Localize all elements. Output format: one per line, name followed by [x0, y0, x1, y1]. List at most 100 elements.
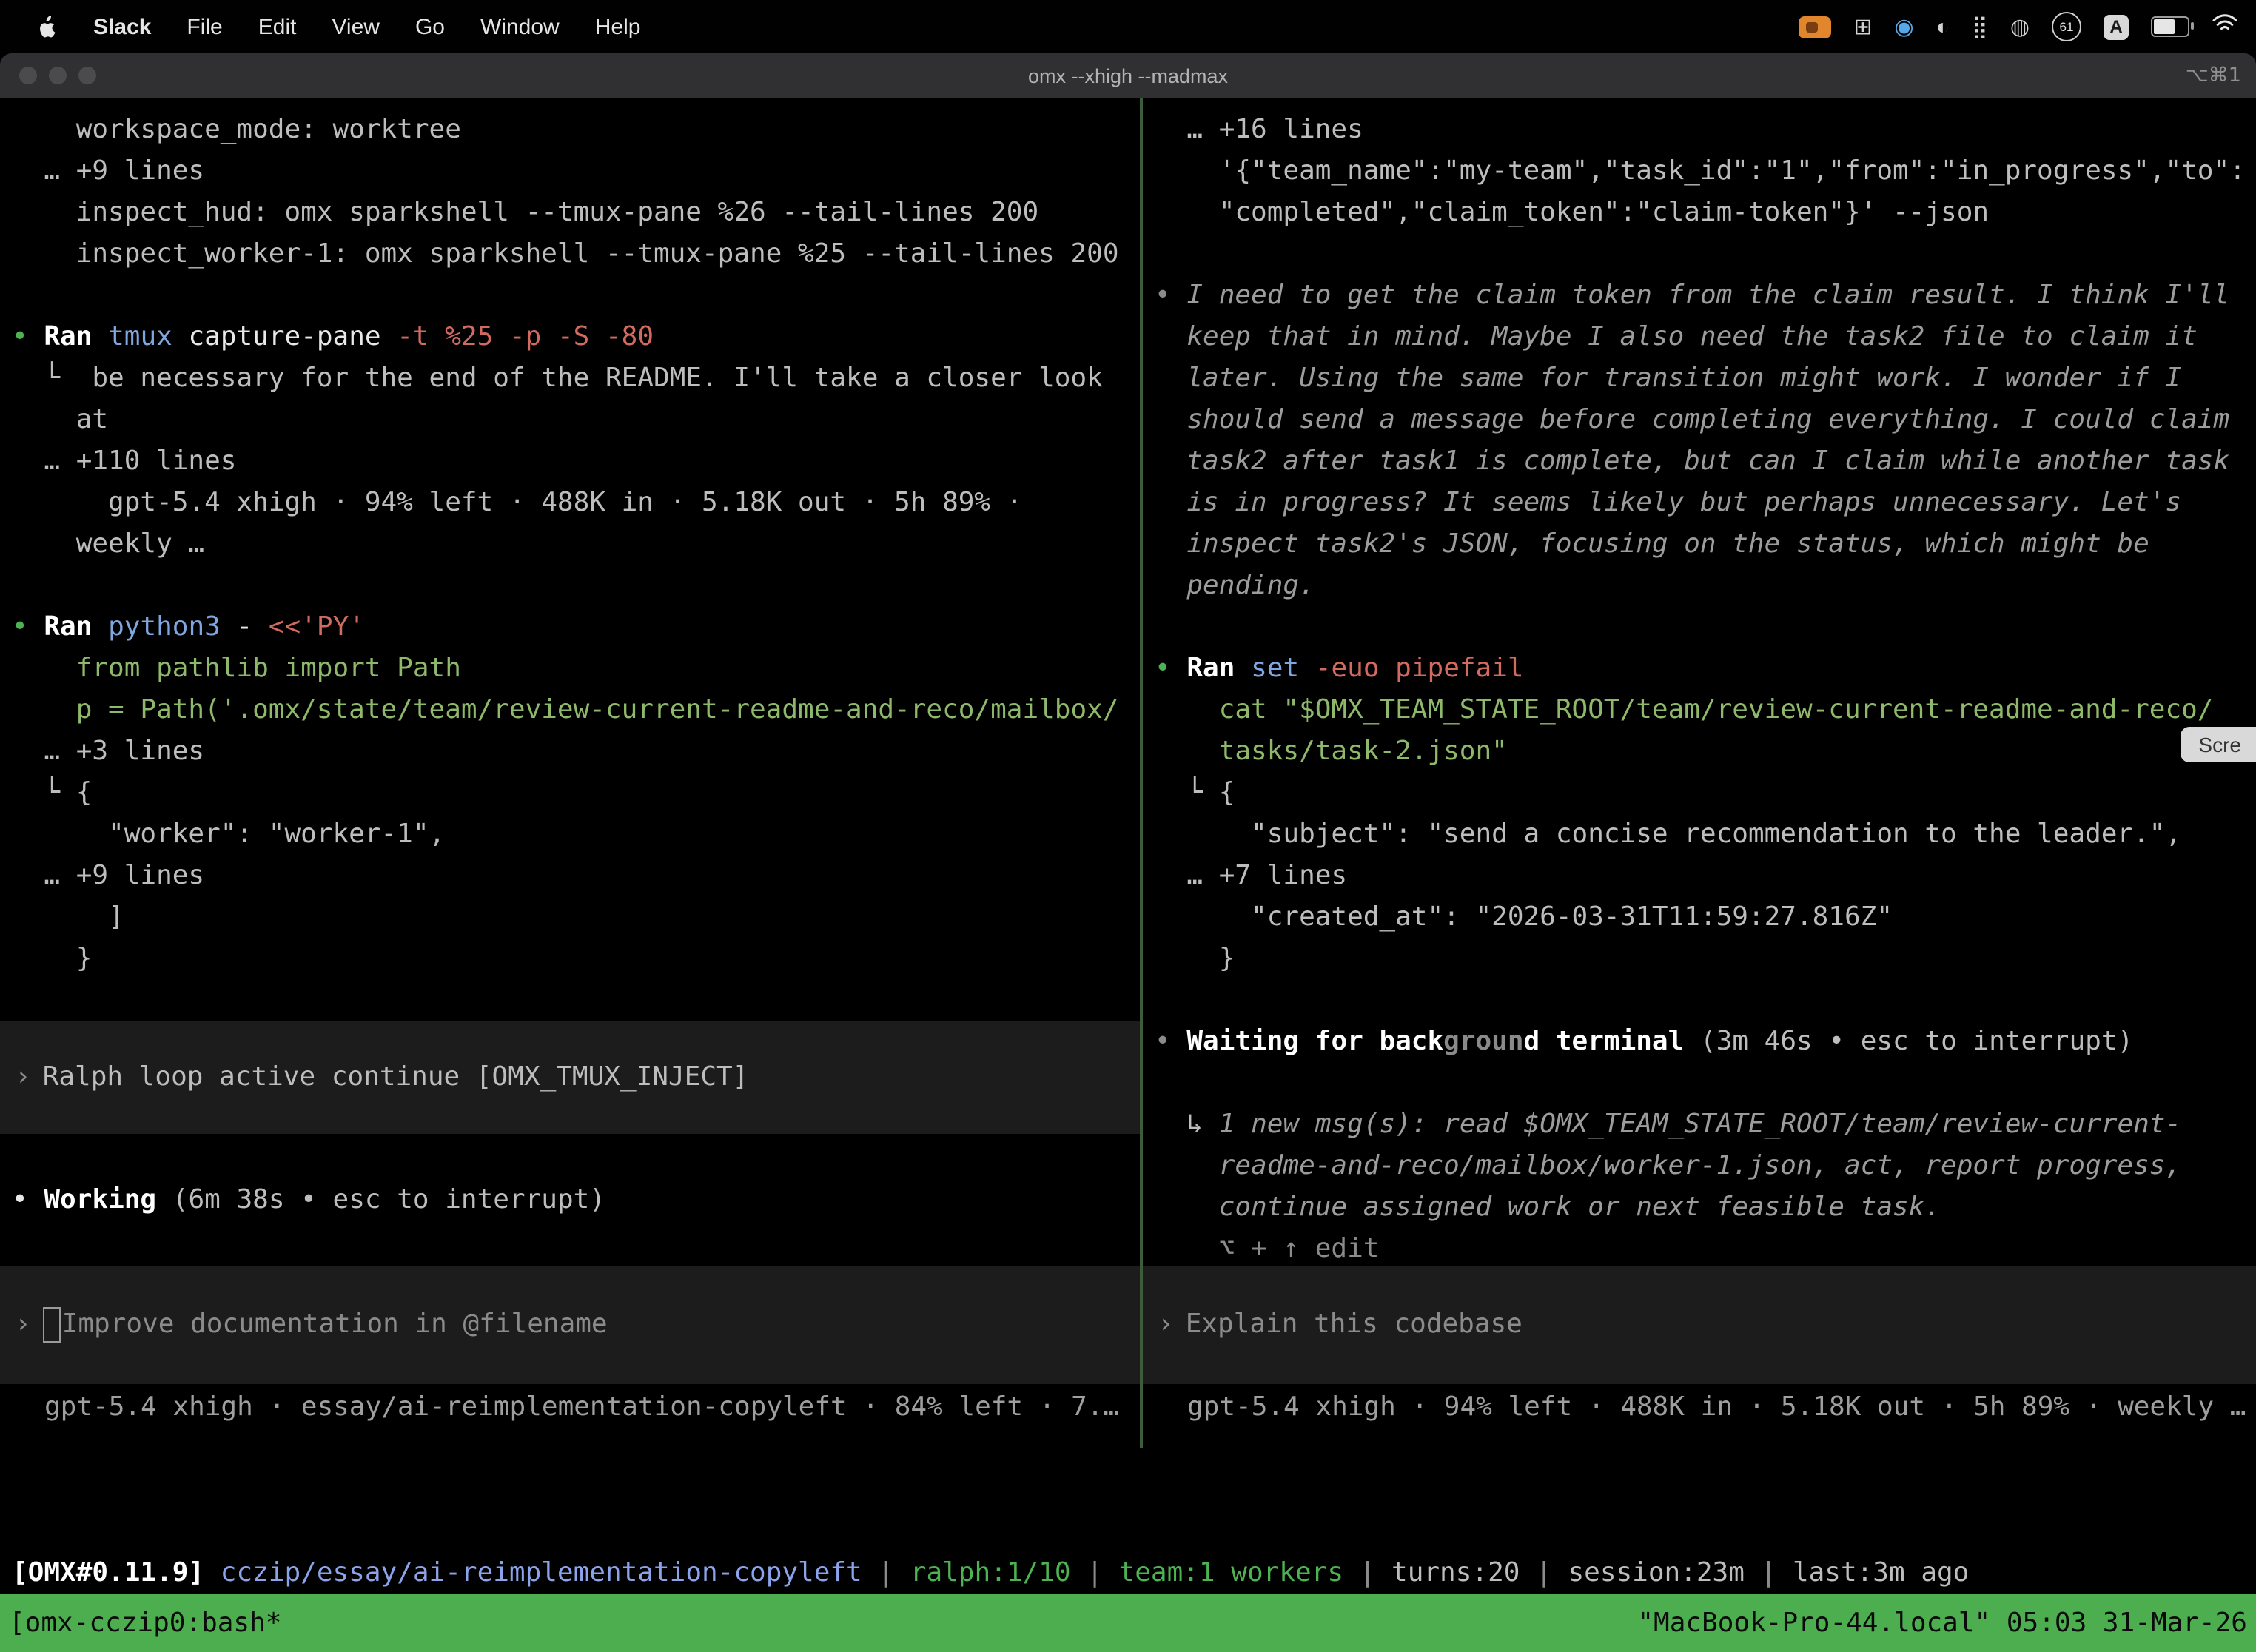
terminal: workspace_mode: worktree … +9 lines insp…	[0, 98, 2256, 1652]
text-segment: later. Using the same for transition mig…	[1155, 363, 2181, 394]
battery-percentage-badge[interactable]: 61	[2052, 12, 2081, 41]
screen: SlackFileEditViewGoWindowHelp ⊞ ◉ ◐ ⣿ ◍ …	[0, 0, 2256, 1652]
omx-team-workers: team:1 workers	[1119, 1557, 1343, 1588]
tmux-pane-left[interactable]: workspace_mode: worktree … +9 lines insp…	[0, 98, 1140, 1448]
app-icon-blue[interactable]: ◉	[1895, 16, 1914, 38]
terminal-line: • Waiting for background terminal (3m 46…	[1155, 1021, 2256, 1063]
terminal-line: … +9 lines	[12, 151, 1140, 192]
text-segment: groun	[1443, 1026, 1523, 1057]
text-segment: be necessary for the end of the README. …	[92, 363, 1102, 394]
terminal-line: • Ran set -euo pipefail	[1155, 648, 2256, 690]
text-segment: -euo pipefail	[1315, 653, 1524, 684]
text-cursor	[43, 1307, 61, 1343]
menu-item-view[interactable]: View	[332, 14, 380, 39]
terminal-output-left: workspace_mode: worktree … +9 lines insp…	[0, 98, 1140, 980]
omx-last-activity: last:3m ago	[1793, 1557, 1969, 1588]
tmux-status-bar: [omx-cczip0:bash* "MacBook-Pro-44.local"…	[0, 1594, 2256, 1652]
ralph-loop-text: Ralph loop active continue [OMX_TMUX_INJ…	[43, 1057, 749, 1098]
text-segment: tasks/task-2.json"	[1155, 736, 1508, 767]
moon-icon[interactable]: ◐	[1936, 16, 1950, 38]
ghost-icon[interactable]: ◍	[2010, 16, 2030, 38]
terminal-line: • I need to get the claim token from the…	[1155, 275, 2256, 317]
omx-status-line: [OMX#0.11.9] cczip/essay/ai-reimplementa…	[12, 1553, 2256, 1594]
text-segment: workspace_mode: worktree	[12, 114, 461, 145]
input-source-icon[interactable]: A	[2104, 14, 2129, 39]
terminal-line	[1155, 1063, 2256, 1104]
terminal-line: └ {	[1155, 773, 2256, 814]
omx-turns: turns:20	[1391, 1557, 1520, 1588]
text-segment: (3m 46s • esc to interrupt)	[1700, 1026, 2133, 1057]
battery-fill	[2154, 19, 2175, 34]
omx-ralph-counter: ralph:1/10	[910, 1557, 1071, 1588]
terminal-line: • Ran python3 - <<'PY'	[12, 607, 1140, 648]
tmux-session-window[interactable]: [omx-cczip0:bash*	[9, 1602, 281, 1644]
omx-session-time: session:23m	[1568, 1557, 1744, 1588]
terminal-line: }	[12, 939, 1140, 980]
prompt-input-left[interactable]: ›Improve documentation in @filename	[0, 1266, 1140, 1384]
run-bullet: •	[12, 611, 44, 642]
terminal-line	[1155, 607, 2256, 648]
menu-item-window[interactable]: Window	[480, 14, 560, 39]
text-segment: cat "$OMX_TEAM_STATE_ROOT/team/review-cu…	[1155, 694, 2214, 725]
prompt-input-right[interactable]: ›Explain this codebase	[1143, 1266, 2256, 1384]
window-title: omx --xhigh --madmax	[0, 64, 2256, 87]
text-segment: pending.	[1155, 570, 1315, 601]
terminal-line: • Ran tmux capture-pane -t %25 -p -S -80	[12, 317, 1140, 358]
terminal-line: inspect task2's JSON, focusing on the st…	[1155, 524, 2256, 565]
menu-item-go[interactable]: Go	[415, 14, 445, 39]
text-segment: keep that in mind. Maybe I also need the…	[1155, 321, 2198, 352]
model-status-right: gpt-5.4 xhigh · 94% left · 488K in · 5.1…	[1187, 1387, 2246, 1428]
window-grid-icon[interactable]: ⊞	[1853, 16, 1872, 38]
terminal-line: should send a message before completing …	[1155, 400, 2256, 441]
terminal-line: … +7 lines	[1155, 856, 2256, 897]
ralph-loop-bar[interactable]: ›Ralph loop active continue [OMX_TMUX_IN…	[0, 1021, 1140, 1134]
terminal-line: from pathlib import Path	[12, 648, 1140, 690]
text-segment: inspect task2's JSON, focusing on the st…	[1155, 528, 2149, 560]
omx-version: [OMX#0.11.9]	[12, 1557, 204, 1588]
text-segment: from pathlib import Path	[12, 653, 461, 684]
text-segment: |	[1745, 1557, 1793, 1588]
text-segment: tmux	[108, 321, 188, 352]
terminal-line: "worker": "worker-1",	[12, 814, 1140, 856]
menu-item-file[interactable]: File	[187, 14, 222, 39]
minimize-button[interactable]	[49, 67, 67, 84]
menu-item-slack[interactable]: Slack	[93, 14, 151, 39]
close-button[interactable]	[19, 67, 37, 84]
terminal-output-right: … +16 lines '{"team_name":"my-team","tas…	[1143, 98, 2256, 1270]
text-segment: "subject": "send a concise recommendatio…	[1155, 819, 2181, 850]
apple-menu-icon[interactable]	[36, 13, 58, 40]
screen-recording-indicator[interactable]	[1799, 16, 1831, 38]
terminal-line: continue assigned work or next feasible …	[1155, 1187, 2256, 1229]
menu-item-help[interactable]: Help	[595, 14, 641, 39]
omx-status-pane[interactable]: [OMX#0.11.9] cczip/essay/ai-reimplementa…	[0, 1448, 2256, 1616]
terminal-line: '{"team_name":"my-team","task_id":"1","f…	[1155, 151, 2256, 192]
text-segment: … +9 lines	[12, 860, 204, 891]
terminal-line	[1155, 980, 2256, 1021]
terminal-line: readme-and-reco/mailbox/worker-1.json, a…	[1155, 1146, 2256, 1187]
text-segment	[204, 1557, 221, 1588]
wifi-icon[interactable]	[2212, 13, 2238, 40]
terminal-line: }	[1155, 939, 2256, 980]
text-segment: d terminal	[1524, 1026, 1700, 1057]
text-segment: … +7 lines	[1155, 860, 1347, 891]
menu-item-edit[interactable]: Edit	[258, 14, 297, 39]
terminal-line: gpt-5.4 xhigh · 94% left · 488K in · 5.1…	[12, 483, 1140, 524]
battery-icon[interactable]	[2151, 16, 2189, 37]
dots-grid-icon[interactable]: ⣿	[1972, 16, 1988, 38]
terminal-line: "created_at": "2026-03-31T11:59:27.816Z"	[1155, 897, 2256, 939]
result-connector: └	[12, 363, 92, 394]
text-segment: ]	[12, 901, 124, 933]
tmux-pane-right[interactable]: … +16 lines '{"team_name":"my-team","tas…	[1143, 98, 2256, 1448]
prompt-chevron: ›	[15, 1304, 31, 1346]
terminal-line: "subject": "send a concise recommendatio…	[1155, 814, 2256, 856]
terminal-line: at	[12, 400, 1140, 441]
prompt-placeholder: Explain this codebase	[1186, 1304, 1523, 1346]
terminal-line: └ be necessary for the end of the README…	[12, 358, 1140, 400]
terminal-line: is in progress? It seems likely but perh…	[1155, 483, 2256, 524]
tmux-host-clock: "MacBook-Pro-44.local" 05:03 31-Mar-26	[1637, 1602, 2247, 1644]
text-segment: 1 new msg(s): read $OMX_TEAM_STATE_ROOT/…	[1219, 1109, 2181, 1140]
clipped-notification-fragment[interactable]: Scre	[2181, 727, 2256, 762]
terminal-line	[12, 565, 1140, 607]
zoom-button[interactable]	[78, 67, 96, 84]
terminal-line: weekly …	[12, 524, 1140, 565]
